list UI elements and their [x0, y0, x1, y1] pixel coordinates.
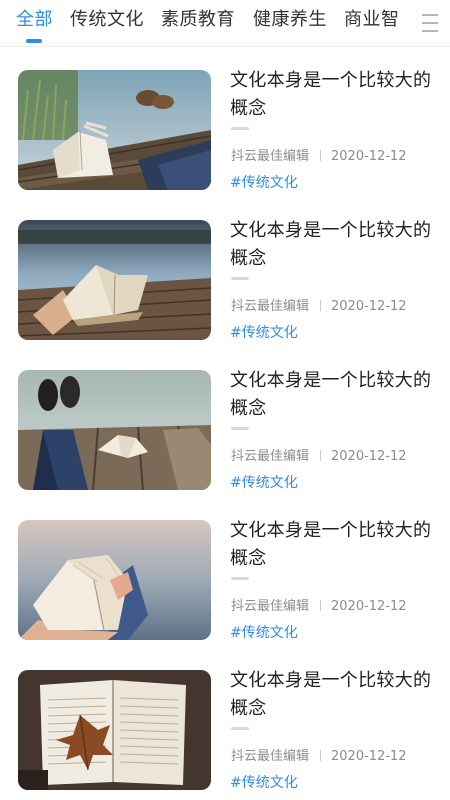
article-tag[interactable]: #传统文化	[230, 773, 298, 793]
article-tag[interactable]: #传统文化	[230, 173, 298, 193]
article-meta: 抖云最佳编辑 2020-12-12	[231, 298, 407, 316]
title-divider	[231, 727, 249, 730]
article-tag[interactable]: #传统文化	[230, 323, 298, 343]
article-card[interactable]: 文化本身是一个比较大的概念 抖云最佳编辑 2020-12-12 #传统文化	[0, 47, 450, 197]
meta-separator	[320, 600, 322, 611]
article-thumbnail[interactable]	[18, 70, 211, 190]
article-meta: 抖云最佳编辑 2020-12-12	[231, 748, 407, 766]
article-thumbnail[interactable]	[18, 370, 211, 490]
article-meta: 抖云最佳编辑 2020-12-12	[231, 148, 407, 166]
meta-separator	[320, 150, 322, 161]
article-author: 抖云最佳编辑	[231, 749, 310, 764]
article-date: 2020-12-12	[331, 599, 407, 614]
article-meta: 抖云最佳编辑 2020-12-12	[231, 598, 407, 616]
hamburger-menu-icon[interactable]	[416, 9, 444, 37]
meta-separator	[320, 450, 322, 461]
active-tab-indicator	[26, 39, 42, 43]
article-thumbnail[interactable]	[18, 520, 211, 640]
article-tag[interactable]: #传统文化	[230, 473, 298, 493]
title-divider	[231, 127, 249, 130]
article-date: 2020-12-12	[331, 449, 407, 464]
article-card[interactable]: 文化本身是一个比较大的概念 抖云最佳编辑 2020-12-12 #传统文化	[0, 647, 450, 797]
article-date: 2020-12-12	[331, 149, 407, 164]
article-thumbnail[interactable]	[18, 220, 211, 340]
category-tab-bar: 全部 传统文化 素质教育 健康养生 商业智	[0, 0, 450, 47]
article-tag[interactable]: #传统文化	[230, 623, 298, 643]
article-list: 文化本身是一个比较大的概念 抖云最佳编辑 2020-12-12 #传统文化 文化…	[0, 47, 450, 800]
article-author: 抖云最佳编辑	[231, 599, 310, 614]
article-author: 抖云最佳编辑	[231, 299, 310, 314]
article-date: 2020-12-12	[331, 299, 407, 314]
article-title[interactable]: 文化本身是一个比较大的概念	[230, 517, 435, 573]
title-divider	[231, 277, 249, 280]
meta-separator	[320, 300, 322, 311]
article-thumbnail[interactable]	[18, 670, 211, 790]
tab-health-wellness[interactable]: 健康养生	[253, 0, 327, 46]
title-divider	[231, 427, 249, 430]
tab-business[interactable]: 商业智	[344, 0, 400, 46]
meta-separator	[320, 750, 322, 761]
tab-quality-education[interactable]: 素质教育	[161, 0, 235, 46]
article-title[interactable]: 文化本身是一个比较大的概念	[230, 217, 435, 273]
article-card[interactable]: 文化本身是一个比较大的概念 抖云最佳编辑 2020-12-12 #传统文化	[0, 347, 450, 497]
article-author: 抖云最佳编辑	[231, 149, 310, 164]
article-title[interactable]: 文化本身是一个比较大的概念	[230, 367, 435, 423]
article-card[interactable]: 文化本身是一个比较大的概念 抖云最佳编辑 2020-12-12 #传统文化	[0, 197, 450, 347]
article-title[interactable]: 文化本身是一个比较大的概念	[230, 667, 435, 723]
article-meta: 抖云最佳编辑 2020-12-12	[231, 448, 407, 466]
article-card[interactable]: 文化本身是一个比较大的概念 抖云最佳编辑 2020-12-12 #传统文化	[0, 497, 450, 647]
tab-traditional-culture[interactable]: 传统文化	[70, 0, 144, 46]
article-author: 抖云最佳编辑	[231, 449, 310, 464]
article-date: 2020-12-12	[331, 749, 407, 764]
category-tab-list: 全部 传统文化 素质教育 健康养生 商业智	[0, 0, 410, 46]
title-divider	[231, 577, 249, 580]
article-title[interactable]: 文化本身是一个比较大的概念	[230, 67, 435, 123]
